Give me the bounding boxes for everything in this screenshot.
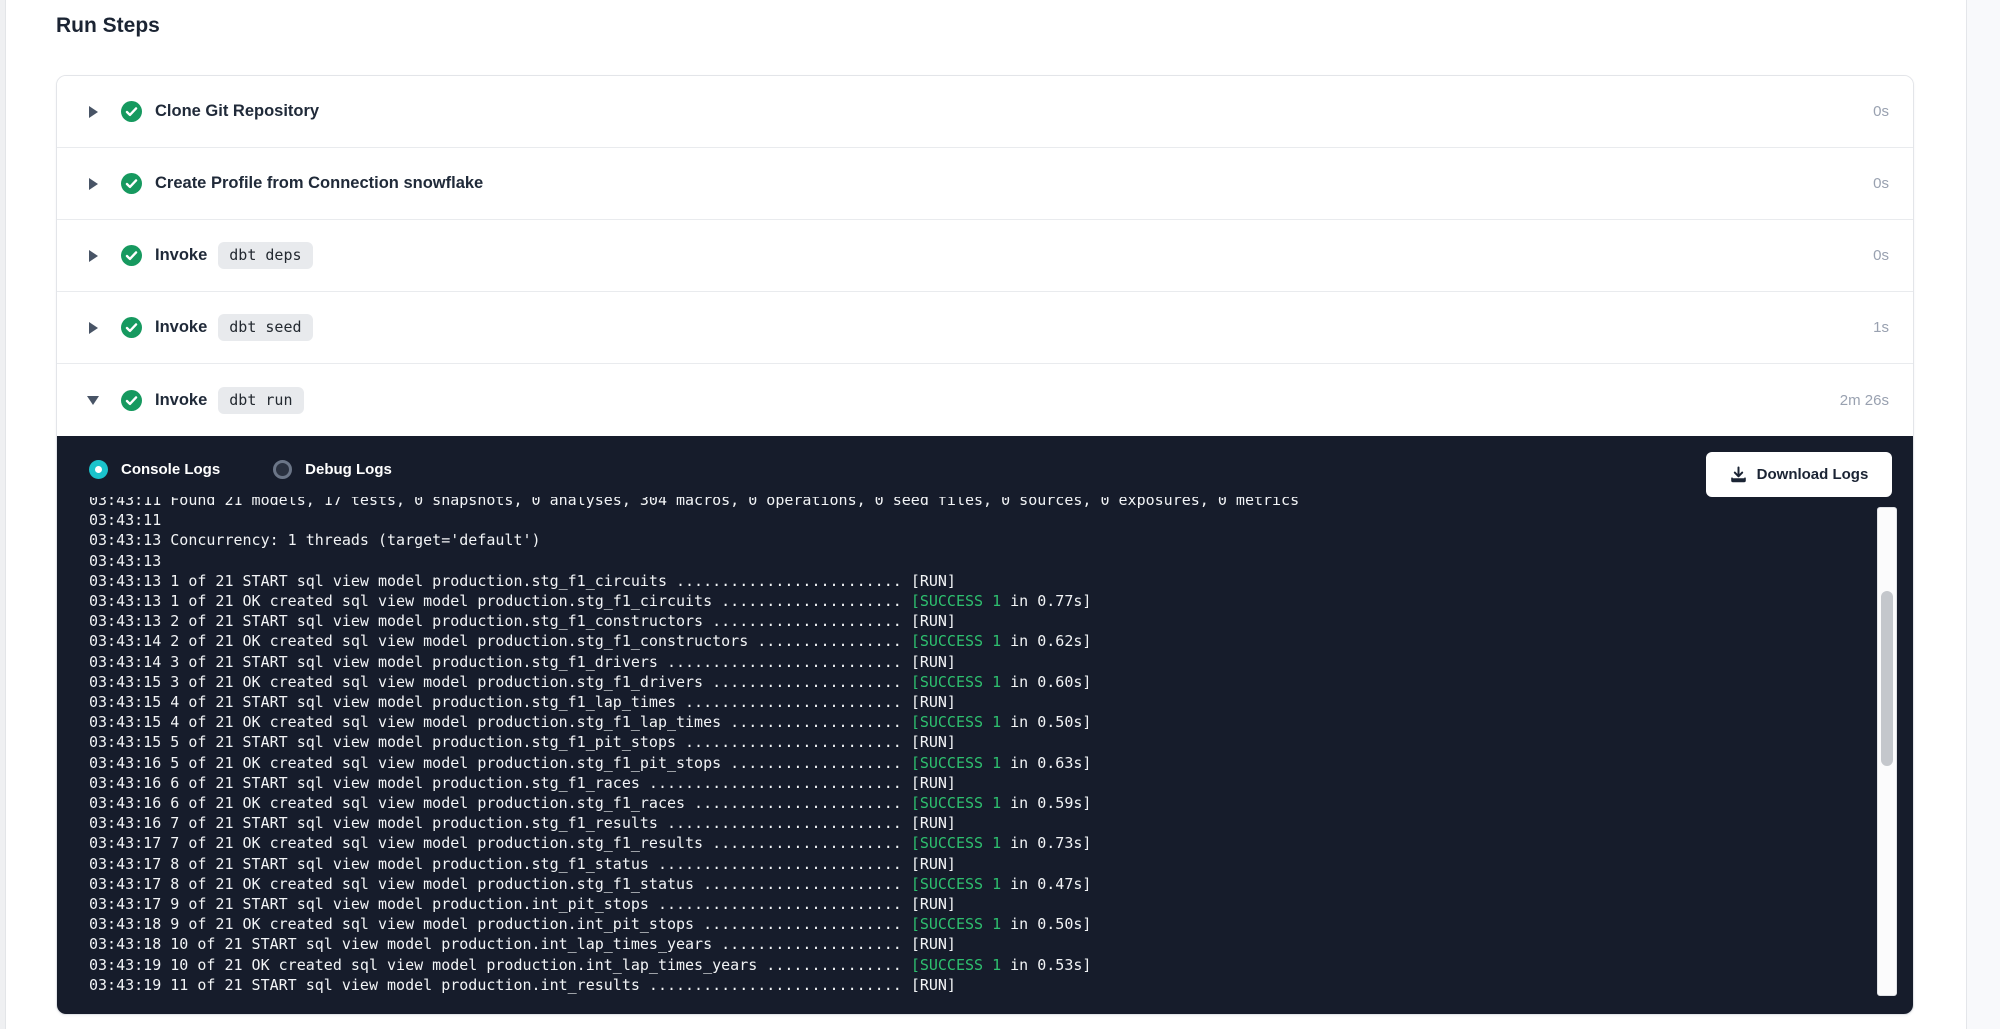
console-logs-radio[interactable]: Console Logs — [89, 460, 220, 479]
log-line: 03:43:17 8 of 21 START sql view model pr… — [89, 854, 1859, 874]
step-row-invoke-dbt-seed[interactable]: Invoke dbt seed 1s — [57, 292, 1913, 364]
step-duration: 2m 26s — [1840, 392, 1889, 409]
log-line: 03:43:17 7 of 21 OK created sql view mod… — [89, 833, 1859, 853]
page-scrollbar-track[interactable] — [1966, 0, 2000, 1029]
log-line: 03:43:13 1 of 21 START sql view model pr… — [89, 571, 1859, 591]
check-circle-icon — [121, 317, 142, 338]
run-steps-card: Clone Git Repository 0s Create Profile f… — [56, 75, 1914, 1015]
check-circle-icon — [121, 101, 142, 122]
log-line: 03:43:17 8 of 21 OK created sql view mod… — [89, 874, 1859, 894]
log-tabs: Console Logs Debug Logs — [89, 460, 392, 479]
caret-right-icon[interactable] — [86, 178, 100, 190]
debug-logs-radio[interactable]: Debug Logs — [273, 460, 392, 479]
check-circle-icon — [121, 173, 142, 194]
log-line: 03:43:15 4 of 21 OK created sql view mod… — [89, 712, 1859, 732]
command-chip: dbt seed — [218, 314, 312, 341]
command-chip: dbt run — [218, 387, 303, 414]
step-duration: 0s — [1873, 103, 1889, 120]
log-line: 03:43:16 5 of 21 OK created sql view mod… — [89, 753, 1859, 773]
log-line: 03:43:11 Found 21 models, 17 tests, 0 sn… — [89, 497, 1859, 510]
radio-unselected-icon[interactable] — [273, 460, 292, 479]
check-circle-icon — [121, 390, 142, 411]
step-row-invoke-dbt-run[interactable]: Invoke dbt run 2m 26s — [57, 364, 1913, 436]
log-line: 03:43:13 — [89, 551, 1859, 571]
step-duration: 1s — [1873, 319, 1889, 336]
log-line: 03:43:17 9 of 21 START sql view model pr… — [89, 894, 1859, 914]
log-scrollbar-thumb[interactable] — [1881, 591, 1893, 766]
log-line: 03:43:11 — [89, 510, 1859, 530]
command-chip: dbt deps — [218, 242, 312, 269]
step-row-invoke-dbt-deps[interactable]: Invoke dbt deps 0s — [57, 220, 1913, 292]
caret-right-icon[interactable] — [86, 106, 100, 118]
caret-right-icon[interactable] — [86, 322, 100, 334]
log-line: 03:43:19 11 of 21 START sql view model p… — [89, 975, 1859, 995]
step-row-create-profile[interactable]: Create Profile from Connection snowflake… — [57, 148, 1913, 220]
download-logs-label: Download Logs — [1757, 466, 1869, 483]
console-log-output[interactable]: 03:43:11 Found 21 models, 17 tests, 0 sn… — [89, 497, 1859, 1010]
log-line: 03:43:15 5 of 21 START sql view model pr… — [89, 732, 1859, 752]
check-circle-icon — [121, 245, 142, 266]
step-row-clone-git-repository[interactable]: Clone Git Repository 0s — [57, 76, 1913, 148]
step-duration: 0s — [1873, 247, 1889, 264]
left-gutter — [0, 0, 6, 1029]
step-label: Clone Git Repository — [155, 102, 319, 121]
log-line: 03:43:13 Concurrency: 1 threads (target=… — [89, 530, 1859, 550]
log-line: 03:43:18 9 of 21 OK created sql view mod… — [89, 914, 1859, 934]
log-line: 03:43:13 2 of 21 START sql view model pr… — [89, 611, 1859, 631]
log-lines: 03:43:11 Found 21 models, 17 tests, 0 sn… — [89, 497, 1859, 995]
download-icon — [1730, 466, 1747, 483]
log-line: 03:43:16 6 of 21 OK created sql view mod… — [89, 793, 1859, 813]
log-line: 03:43:15 3 of 21 OK created sql view mod… — [89, 672, 1859, 692]
log-line: 03:43:19 10 of 21 OK created sql view mo… — [89, 955, 1859, 975]
log-line: 03:43:15 4 of 21 START sql view model pr… — [89, 692, 1859, 712]
step-label: Invoke — [155, 246, 207, 265]
page-title: Run Steps — [56, 14, 160, 38]
step-label: Invoke — [155, 391, 207, 410]
log-line: 03:43:16 6 of 21 START sql view model pr… — [89, 773, 1859, 793]
log-line: 03:43:14 2 of 21 OK created sql view mod… — [89, 631, 1859, 651]
log-line: 03:43:13 1 of 21 OK created sql view mod… — [89, 591, 1859, 611]
log-panel: Console Logs Debug Logs Download Logs 03… — [57, 436, 1913, 1015]
debug-logs-label[interactable]: Debug Logs — [305, 461, 392, 478]
caret-right-icon[interactable] — [86, 250, 100, 262]
console-logs-label[interactable]: Console Logs — [121, 461, 220, 478]
log-line: 03:43:14 3 of 21 START sql view model pr… — [89, 652, 1859, 672]
step-duration: 0s — [1873, 175, 1889, 192]
log-line: 03:43:18 10 of 21 START sql view model p… — [89, 934, 1859, 954]
step-label: Invoke — [155, 318, 207, 337]
caret-down-icon[interactable] — [86, 396, 100, 405]
log-scrollbar-track[interactable] — [1877, 507, 1897, 996]
download-logs-button[interactable]: Download Logs — [1706, 452, 1892, 497]
step-label: Create Profile from Connection snowflake — [155, 174, 483, 193]
radio-selected-icon[interactable] — [89, 460, 108, 479]
log-line: 03:43:16 7 of 21 START sql view model pr… — [89, 813, 1859, 833]
